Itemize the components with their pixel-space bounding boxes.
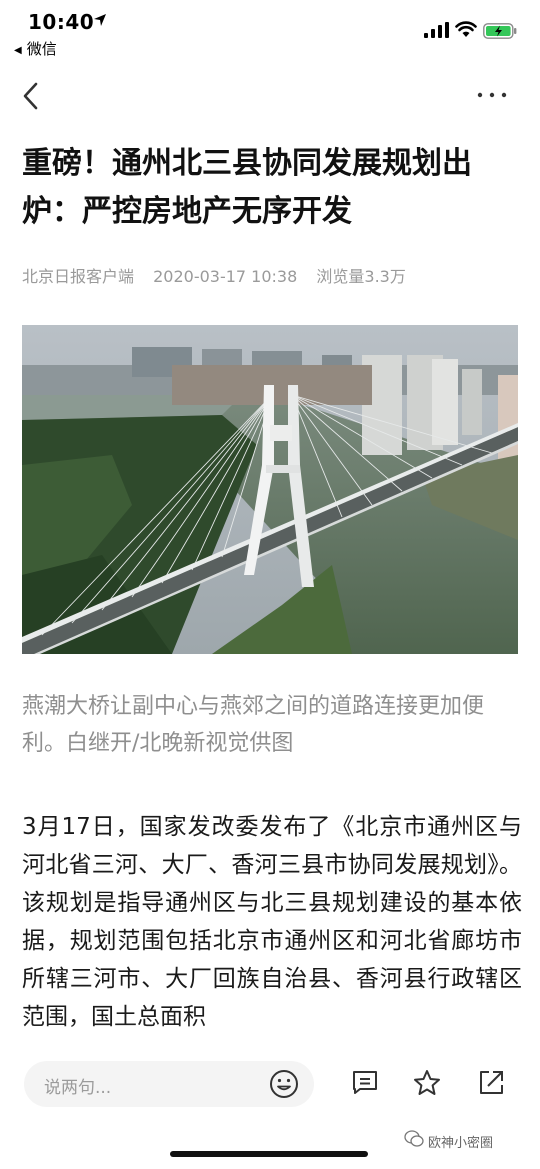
back-app-label: 微信 <box>26 40 57 58</box>
location-arrow-icon <box>94 14 106 26</box>
back-chevron-icon[interactable] <box>18 78 46 114</box>
bottom-action-bar: 说两句... 欧神小密圈 <box>0 1050 540 1169</box>
photo-caption: 燕潮大桥让副中心与燕郊之间的道路连接更加便利。白继开/北晚新视觉供图 <box>22 694 485 756</box>
back-to-app-link[interactable]: ◀ 微信 <box>14 38 57 59</box>
emoji-icon[interactable] <box>268 1068 300 1100</box>
watermark: 欧神小密圈 <box>404 1130 494 1151</box>
comment-placeholder: 说两句... <box>44 1078 112 1098</box>
status-time: 10:40 <box>28 10 95 34</box>
wechat-logo-icon <box>404 1130 424 1147</box>
share-icon[interactable] <box>476 1068 506 1098</box>
article-photo-bridge[interactable] <box>22 325 518 654</box>
wifi-icon <box>455 21 477 37</box>
star-icon[interactable] <box>412 1068 442 1098</box>
article-datetime: 2020-03-17 10:38 <box>153 267 298 286</box>
more-dots-icon[interactable] <box>474 80 510 110</box>
comment-input[interactable]: 说两句... <box>24 1061 314 1107</box>
watermark-text: 欧神小密圈 <box>428 1136 494 1151</box>
article-body: 3月17日，国家发改委发布了《北京市通州区与河北省三河、大厂、香河三县市协同发展… <box>22 814 522 1030</box>
battery-charging-icon <box>483 23 517 39</box>
comment-icon[interactable] <box>350 1068 380 1098</box>
article-source[interactable]: 北京日报客户端 <box>22 267 134 286</box>
status-bar: 10:40 ◀ 微信 <box>0 0 540 58</box>
article-title: 重磅！通州北三县协同发展规划出炉：严控房地产无序开发 <box>22 146 472 229</box>
cellular-signal-icon <box>424 22 449 38</box>
home-indicator[interactable] <box>170 1151 368 1157</box>
article-views: 浏览量3.3万 <box>316 267 406 286</box>
back-triangle-icon: ◀ <box>14 45 22 56</box>
article-meta: 北京日报客户端 2020-03-17 10:38 浏览量3.3万 <box>22 263 420 287</box>
